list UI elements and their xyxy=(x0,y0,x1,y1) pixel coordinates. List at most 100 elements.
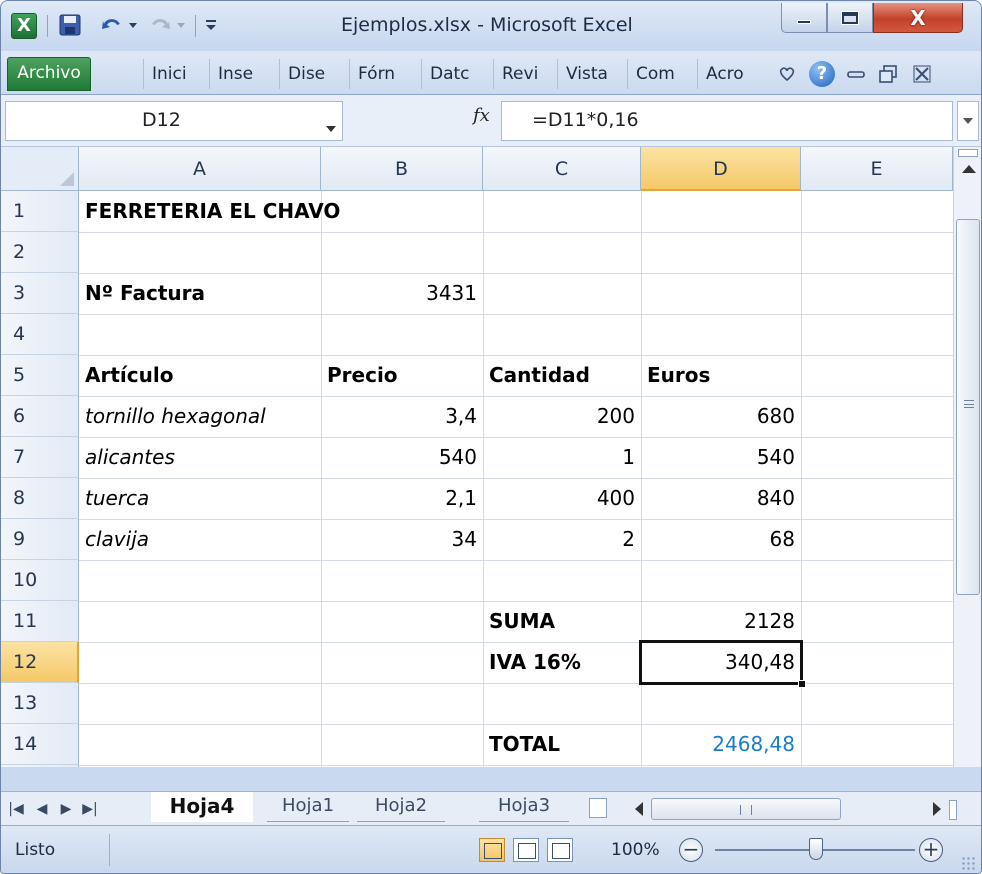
help-icon[interactable]: ? xyxy=(807,61,837,87)
tab-inicio[interactable]: Inici xyxy=(143,59,199,89)
cell-d7[interactable]: 540 xyxy=(641,445,795,469)
scroll-left-icon[interactable] xyxy=(635,802,643,816)
cell-c9[interactable]: 2 xyxy=(483,527,635,551)
cell-b7[interactable]: 540 xyxy=(321,445,477,469)
vertical-scrollbar[interactable] xyxy=(953,147,981,767)
scroll-up-icon[interactable] xyxy=(962,165,976,173)
row-header-5[interactable]: 5 xyxy=(1,355,79,396)
cell-d9[interactable]: 68 xyxy=(641,527,795,551)
close-button[interactable]: X xyxy=(873,3,963,33)
redo-icon[interactable] xyxy=(145,11,175,39)
first-sheet-icon[interactable]: |◀ xyxy=(7,798,25,820)
cell-a9[interactable]: clavija xyxy=(85,527,149,551)
cell-d6[interactable]: 680 xyxy=(641,404,795,428)
customize-qat-icon[interactable] xyxy=(201,11,221,39)
cell-b6[interactable]: 3,4 xyxy=(321,404,477,428)
horizontal-scrollbar[interactable] xyxy=(631,798,971,820)
row-header-10[interactable]: 10 xyxy=(1,560,79,601)
redo-dropdown-icon[interactable] xyxy=(177,23,185,28)
tab-datos[interactable]: Datc xyxy=(421,59,483,89)
zoom-slider-thumb[interactable] xyxy=(809,838,823,860)
workbook-close-icon[interactable] xyxy=(907,61,937,87)
horizontal-scroll-thumb[interactable] xyxy=(651,798,841,820)
column-header-b[interactable]: B xyxy=(321,147,483,191)
cell-a1[interactable]: FERRETERIA EL CHAVO xyxy=(85,199,340,223)
row-header-14[interactable]: 14 xyxy=(1,724,79,765)
next-sheet-icon[interactable]: ▶ xyxy=(57,798,75,820)
cell-b9[interactable]: 34 xyxy=(321,527,477,551)
last-sheet-icon[interactable]: ▶| xyxy=(81,798,99,820)
cell-a7[interactable]: alicantes xyxy=(85,445,175,469)
minimize-button[interactable] xyxy=(781,3,827,33)
cell-b5[interactable]: Precio xyxy=(327,363,398,387)
cell-a6[interactable]: tornillo hexagonal xyxy=(85,404,266,428)
cell-c6[interactable]: 200 xyxy=(483,404,635,428)
resize-grip-icon[interactable] xyxy=(961,856,975,870)
row-header-11[interactable]: 11 xyxy=(1,601,79,642)
row-header-6[interactable]: 6 xyxy=(1,396,79,437)
cell-d5[interactable]: Euros xyxy=(647,363,710,387)
cell-c12[interactable]: IVA 16% xyxy=(489,650,581,674)
expand-formula-bar-button[interactable] xyxy=(957,101,979,141)
column-header-c[interactable]: C xyxy=(483,147,641,191)
tab-vista[interactable]: Vista xyxy=(557,59,619,89)
fill-handle[interactable] xyxy=(798,680,806,688)
row-header-8[interactable]: 8 xyxy=(1,478,79,519)
sheet-tab-hoja2[interactable]: Hoja2 xyxy=(357,792,445,822)
cell-a8[interactable]: tuerca xyxy=(85,486,149,510)
maximize-button[interactable] xyxy=(827,3,873,33)
tab-formulas[interactable]: Fórn xyxy=(349,59,411,89)
undo-dropdown-icon[interactable] xyxy=(129,23,137,28)
row-header-7[interactable]: 7 xyxy=(1,437,79,478)
zoom-in-icon[interactable]: + xyxy=(919,838,943,862)
undo-icon[interactable] xyxy=(97,11,127,39)
cell-a5[interactable]: Artículo xyxy=(85,363,173,387)
workbook-minimize-icon[interactable] xyxy=(843,61,869,87)
cell-c14[interactable]: TOTAL xyxy=(489,732,560,756)
page-break-view-icon[interactable] xyxy=(547,838,573,862)
cell-c11[interactable]: SUMA xyxy=(489,609,555,633)
select-all-corner[interactable] xyxy=(1,147,79,191)
worksheet-grid[interactable]: A B C D E 1 2 3 4 5 6 7 8 9 10 11 12 13 … xyxy=(1,147,981,767)
normal-view-icon[interactable] xyxy=(479,838,505,862)
cell-b3[interactable]: 3431 xyxy=(321,281,477,305)
insert-sheet-icon[interactable] xyxy=(589,798,607,818)
cell-d14[interactable]: 2468,48 xyxy=(641,732,795,756)
row-header-15[interactable]: 15 xyxy=(1,765,79,767)
vertical-scroll-thumb[interactable] xyxy=(956,219,980,595)
split-handle[interactable] xyxy=(949,800,957,820)
cell-b8[interactable]: 2,1 xyxy=(321,486,477,510)
row-header-1[interactable]: 1 xyxy=(1,191,79,232)
excel-app-icon[interactable]: X xyxy=(11,13,37,39)
workbook-restore-icon[interactable] xyxy=(875,61,901,87)
column-header-e[interactable]: E xyxy=(801,147,953,191)
tab-insertar[interactable]: Inse xyxy=(209,59,269,89)
row-header-2[interactable]: 2 xyxy=(1,232,79,273)
zoom-out-icon[interactable]: − xyxy=(679,838,703,862)
tab-diseno[interactable]: Dise xyxy=(279,59,339,89)
formula-input[interactable]: =D11*0,16 xyxy=(501,101,953,141)
row-header-13[interactable]: 13 xyxy=(1,683,79,724)
column-header-a[interactable]: A xyxy=(79,147,321,191)
tab-revisar[interactable]: Revi xyxy=(493,59,551,89)
minimize-ribbon-icon[interactable] xyxy=(775,61,799,87)
tab-acrobat[interactable]: Acro xyxy=(697,59,761,89)
cell-c8[interactable]: 400 xyxy=(483,486,635,510)
split-handle[interactable] xyxy=(958,149,978,157)
tab-complementos[interactable]: Com xyxy=(627,59,691,89)
name-box[interactable]: D12 xyxy=(5,101,343,141)
tab-archivo[interactable]: Archivo xyxy=(7,57,91,91)
sheet-tab-hoja1[interactable]: Hoja1 xyxy=(267,792,349,822)
name-box-dropdown-icon[interactable] xyxy=(326,126,336,132)
column-header-d[interactable]: D xyxy=(641,147,801,191)
row-header-4[interactable]: 4 xyxy=(1,314,79,355)
row-header-12[interactable]: 12 xyxy=(1,642,79,683)
sheet-tab-hoja4[interactable]: Hoja4 xyxy=(151,792,253,822)
row-header-9[interactable]: 9 xyxy=(1,519,79,560)
zoom-level[interactable]: 100% xyxy=(611,840,660,860)
prev-sheet-icon[interactable]: ◀ xyxy=(33,798,51,820)
cell-a3[interactable]: Nº Factura xyxy=(85,281,205,305)
save-icon[interactable] xyxy=(55,11,85,39)
cell-c5[interactable]: Cantidad xyxy=(489,363,590,387)
sheet-tab-hoja3[interactable]: Hoja3 xyxy=(479,792,569,822)
